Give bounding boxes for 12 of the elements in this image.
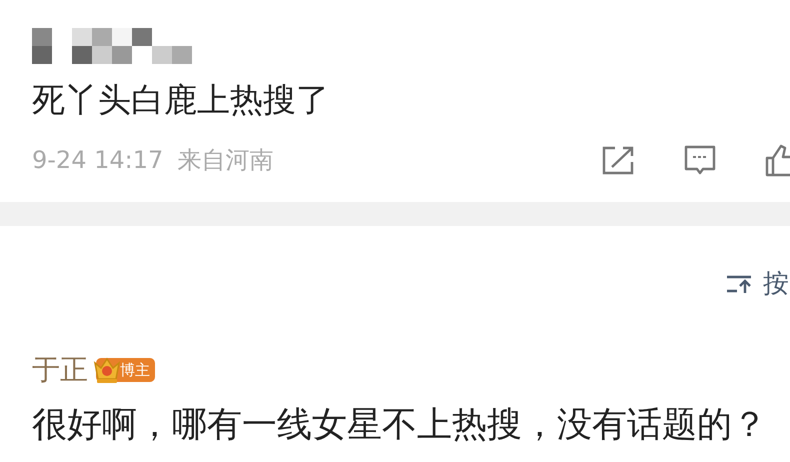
- comment-author[interactable]: 于正: [32, 351, 88, 389]
- post-time: 9-24 14:17: [32, 146, 164, 174]
- post-text: 死丫头白鹿上热搜了: [32, 79, 330, 121]
- crown-icon: [92, 355, 122, 385]
- post-location: 来自河南: [177, 145, 274, 176]
- sort-button[interactable]: 按: [763, 266, 789, 301]
- comment-icon[interactable]: [683, 144, 717, 176]
- blogger-badge: 博主: [96, 358, 155, 382]
- comment-text: 很好啊，哪有一线女星不上热搜，没有话题的？: [32, 404, 768, 447]
- sort-icon[interactable]: [725, 274, 753, 294]
- thumbs-up-icon[interactable]: [765, 143, 790, 177]
- share-icon[interactable]: [601, 145, 635, 175]
